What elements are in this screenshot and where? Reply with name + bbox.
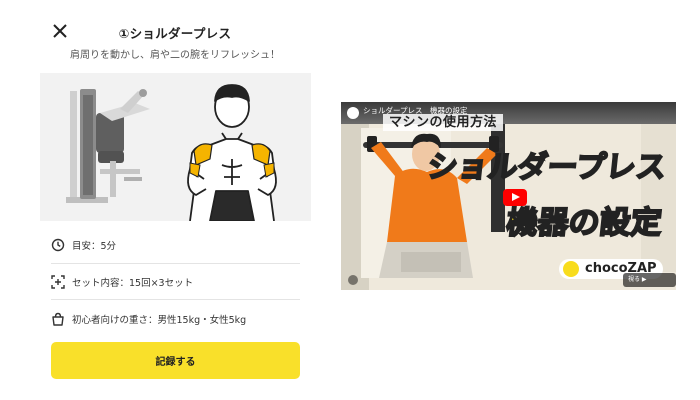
record-button[interactable]: 記録する bbox=[51, 342, 300, 379]
weight-icon bbox=[52, 312, 64, 326]
video-headline-1: ショルダープレス bbox=[425, 149, 669, 186]
video-headline-2: 機器の設定 bbox=[504, 204, 665, 242]
youtube-play-icon[interactable] bbox=[503, 189, 527, 206]
page-subtitle: 肩周りを動かし、肩や二の腕をリフレッシュ！ bbox=[70, 50, 280, 61]
divider bbox=[51, 299, 300, 300]
sets-icon bbox=[51, 275, 65, 289]
volume-icon[interactable] bbox=[348, 275, 358, 285]
sets-text: セット内容：15回×3セット bbox=[72, 278, 194, 289]
close-icon[interactable] bbox=[52, 23, 68, 39]
weight-row: 初心者向けの重さ：男性15kg・女性5kg bbox=[51, 301, 300, 337]
exercise-illustration bbox=[40, 73, 311, 221]
duration-text: 目安：5分 bbox=[72, 241, 117, 252]
weight-text: 初心者向けの重さ：男性15kg・女性5kg bbox=[72, 315, 247, 326]
clock-icon bbox=[51, 238, 65, 252]
duration-row: 目安：5分 bbox=[51, 227, 300, 263]
channel-icon[interactable] bbox=[347, 107, 359, 119]
shoulder-press-machine-image bbox=[66, 89, 150, 203]
video-thumbnail[interactable]: ショルダープレス 機器の設定 マシンの使用方法 ショルダープレス 機器の設定 c… bbox=[341, 102, 676, 290]
logo-mark-icon bbox=[563, 261, 579, 277]
page-title: ①ショルダープレス bbox=[118, 26, 232, 41]
sets-row: セット内容：15回×3セット bbox=[51, 264, 300, 300]
watch-on-youtube-button[interactable]: 視る ▶ YouTube bbox=[623, 273, 676, 287]
video-banner: マシンの使用方法 bbox=[383, 114, 504, 131]
